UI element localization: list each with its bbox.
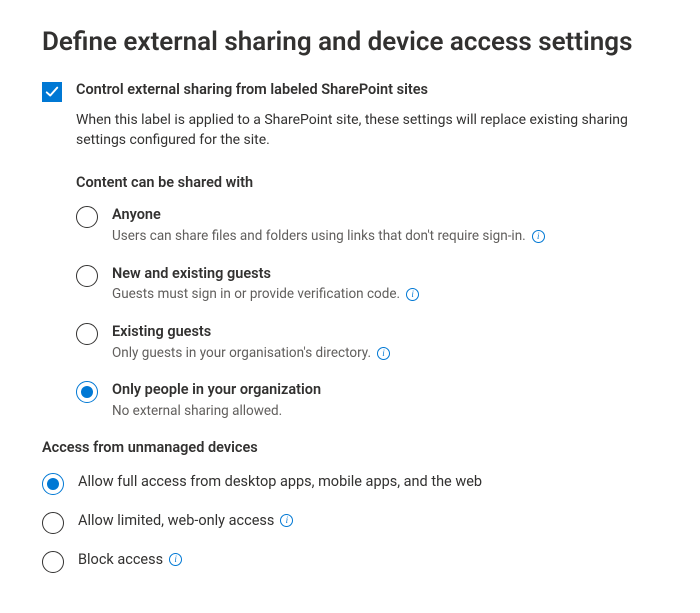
- device-option-limited-access[interactable]: Allow limited, web-only access i: [42, 511, 658, 534]
- device-option-label: Allow full access from desktop apps, mob…: [78, 472, 658, 492]
- share-option-label: New and existing guests: [112, 264, 658, 284]
- checkmark-icon: [42, 82, 62, 102]
- settings-panel: Define external sharing and device acces…: [0, 0, 700, 613]
- share-option-desc: Users can share files and folders using …: [112, 227, 658, 246]
- share-option-anyone[interactable]: Anyone Users can share files and folders…: [76, 205, 658, 245]
- share-option-new-existing-guests[interactable]: New and existing guests Guests must sign…: [76, 264, 658, 304]
- control-external-sharing-checkbox[interactable]: Control external sharing from labeled Sh…: [42, 81, 658, 102]
- share-option-label: Only people in your organization: [112, 380, 658, 400]
- info-icon[interactable]: i: [169, 553, 182, 566]
- radio-icon: [76, 206, 98, 228]
- control-external-sharing-description: When this label is applied to a SharePoi…: [76, 110, 658, 151]
- share-option-label: Existing guests: [112, 322, 658, 342]
- share-option-desc: Only guests in your organisation's direc…: [112, 344, 658, 363]
- share-option-label: Anyone: [112, 205, 658, 225]
- share-option-desc: Guests must sign in or provide verificat…: [112, 285, 658, 304]
- info-icon[interactable]: i: [406, 288, 419, 301]
- share-section-heading: Content can be shared with: [76, 174, 658, 191]
- radio-icon: [76, 265, 98, 287]
- device-option-block-access[interactable]: Block access i: [42, 550, 658, 573]
- radio-icon: [42, 512, 64, 534]
- info-icon[interactable]: i: [377, 347, 390, 360]
- share-option-desc: No external sharing allowed.: [112, 402, 658, 421]
- device-option-full-access[interactable]: Allow full access from desktop apps, mob…: [42, 472, 658, 495]
- radio-icon: [42, 551, 64, 573]
- device-option-label: Block access i: [78, 550, 658, 570]
- device-option-label: Allow limited, web-only access i: [78, 511, 658, 531]
- radio-icon: [76, 323, 98, 345]
- page-title: Define external sharing and device acces…: [42, 26, 658, 59]
- device-section-heading: Access from unmanaged devices: [42, 439, 658, 456]
- radio-icon: [42, 473, 64, 495]
- radio-icon: [76, 381, 98, 403]
- info-icon[interactable]: i: [280, 514, 293, 527]
- info-icon[interactable]: i: [532, 230, 545, 243]
- share-option-existing-guests[interactable]: Existing guests Only guests in your orga…: [76, 322, 658, 362]
- share-option-org-only[interactable]: Only people in your organization No exte…: [76, 380, 658, 420]
- control-external-sharing-label: Control external sharing from labeled Sh…: [76, 81, 428, 100]
